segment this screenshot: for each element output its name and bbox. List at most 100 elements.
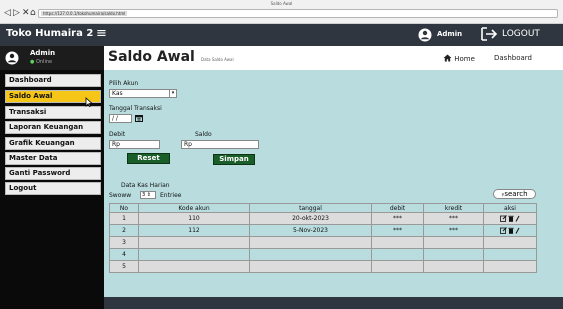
cell-kredit: *** [423,212,484,225]
top-navbar: Toko Humaira 2 ≡ Admin LOGOUT [0,24,563,46]
forward-icon[interactable]: ▷ [13,9,20,18]
table-row: 5 [109,260,537,273]
logout-button[interactable]: LOGOUT [502,29,540,39]
trash-icon[interactable] [508,215,514,222]
debit-label: Debit [109,131,126,138]
calendar-icon[interactable] [135,114,143,122]
chevron-down-icon[interactable]: ▾ [169,90,176,97]
show-entries-label: Swoww [109,192,132,199]
address-url: https://127.0.0.1/tokohumaira/saldo.html [41,11,128,16]
entries-select-value: 3 [142,192,146,198]
page-subtitle: Data Saldo Awal [201,57,234,62]
sidebar-item-ganti-password[interactable]: Ganti Password [5,167,101,180]
trash-icon[interactable] [508,227,514,234]
cell-no: 3 [109,236,139,249]
debit-input[interactable]: Rp [109,140,160,149]
home-icon[interactable]: ⌂ [30,9,36,18]
user-circle-icon[interactable] [418,28,432,42]
cell-debit [371,236,424,249]
entries-label: Entriee [160,192,182,199]
saldo-input[interactable]: Rp [181,140,259,149]
cell-no: 4 [109,248,139,261]
footer-bar [104,297,563,309]
cell-aksi [483,236,537,249]
cell-kredit [423,248,484,261]
simpan-button[interactable]: Simpan [213,154,255,165]
back-icon[interactable]: ◁ [4,9,11,18]
column-header-tanggal[interactable]: tanggal [249,203,372,213]
search-button[interactable]: ⚲search [493,189,536,199]
cell-tanggal [249,236,372,249]
sidebar-item-laporan-keuangan[interactable]: Laporan Keuangan [5,121,101,134]
tanggal-label: Tanggal Transaksi [109,105,162,112]
sidebar-item-dashboard[interactable]: Dashboard [5,74,101,87]
edit-icon[interactable] [500,214,507,222]
column-header-aksi: aksi [483,203,537,213]
cell-debit [371,248,424,261]
table-row: 3 [109,236,537,249]
breadcrumb-home[interactable]: Home [443,54,475,63]
logout-arrow-icon[interactable] [480,27,498,41]
cell-kredit [423,260,484,273]
content-header: Saldo Awal Data Saldo Awal Home Dashboar… [104,46,563,70]
avatar-icon [5,51,19,65]
sidebar-item-master-data[interactable]: Master Data [5,152,101,165]
sidebar-item-transaksi[interactable]: Transaksi [5,106,101,119]
close-icon[interactable]: ✕ [22,9,30,18]
reset-button[interactable]: Reset [127,153,170,164]
cell-kode: 112 [138,224,250,237]
user-panel: Admin ● Online [0,46,104,70]
sidebar: Admin ● Online Dashboard Saldo Awal Tran… [0,46,104,309]
cell-no: 5 [109,260,139,273]
edit-icon[interactable] [500,226,507,234]
column-header-debit[interactable]: debit [371,203,424,213]
cell-tanggal: 20-okt-2023 [249,212,372,225]
column-header-no[interactable]: No [109,203,139,213]
cell-debit: *** [371,212,424,225]
user-name: Admin [30,49,56,57]
cell-kredit [423,236,484,249]
saldo-label: Saldo [195,131,212,138]
user-status-text: Online [35,59,53,65]
table-row: 1 110 20-okt-2023 *** *** [109,212,537,225]
edit-pen-icon[interactable] [515,227,520,234]
app-title: Toko Humaira 2 [6,28,94,39]
table-row: 2 112 5-Nov-2023 *** *** [109,224,537,237]
column-header-kode-akun[interactable]: Kode akun [138,203,250,213]
cell-kredit: *** [423,224,484,237]
row-actions [500,214,520,222]
main-content: Pilih Akun Kas ▾ Tanggal Transaksi / / D… [104,70,563,297]
cell-tanggal [249,248,372,261]
table-header-row: No Kode akun tanggal debit kredit aksi [109,203,537,213]
cell-debit: *** [371,224,424,237]
user-status: ● Online [30,59,52,65]
kas-table: No Kode akun tanggal debit kredit aksi 1… [109,203,537,273]
window-title: Saldo Awal [270,1,293,6]
home-icon [443,54,452,62]
entries-select[interactable]: 3 ⇕ [140,191,156,199]
cell-kode [138,248,250,261]
admin-label[interactable]: Admin [437,30,462,38]
sidebar-item-logout[interactable]: Logout [5,182,101,195]
search-label: search [504,190,528,198]
tanggal-input[interactable]: / / [109,114,132,123]
breadcrumb-dashboard[interactable]: Dashboard [494,54,532,62]
akun-label: Pilih Akun [109,80,139,87]
cell-no: 2 [109,224,139,237]
akun-select[interactable]: Kas ▾ [109,89,177,98]
page-title: Saldo Awal [108,49,195,65]
cell-debit [371,260,424,273]
address-bar[interactable]: https://127.0.0.1/tokohumaira/saldo.html [38,9,558,18]
cell-aksi [483,212,537,225]
column-header-kredit[interactable]: kredit [423,203,484,213]
spinner-arrows-icon[interactable]: ⇕ [147,192,151,198]
mouse-cursor-icon [85,97,93,107]
sidebar-item-grafik-keuangan[interactable]: Grafik Keuangan [5,137,101,150]
cell-aksi [483,224,537,237]
cell-aksi [483,248,537,261]
cell-aksi [483,260,537,273]
breadcrumb-home-label: Home [454,55,475,63]
hamburger-icon[interactable]: ≡ [96,26,107,41]
cell-tanggal [249,260,372,273]
edit-pen-icon[interactable] [515,215,520,222]
